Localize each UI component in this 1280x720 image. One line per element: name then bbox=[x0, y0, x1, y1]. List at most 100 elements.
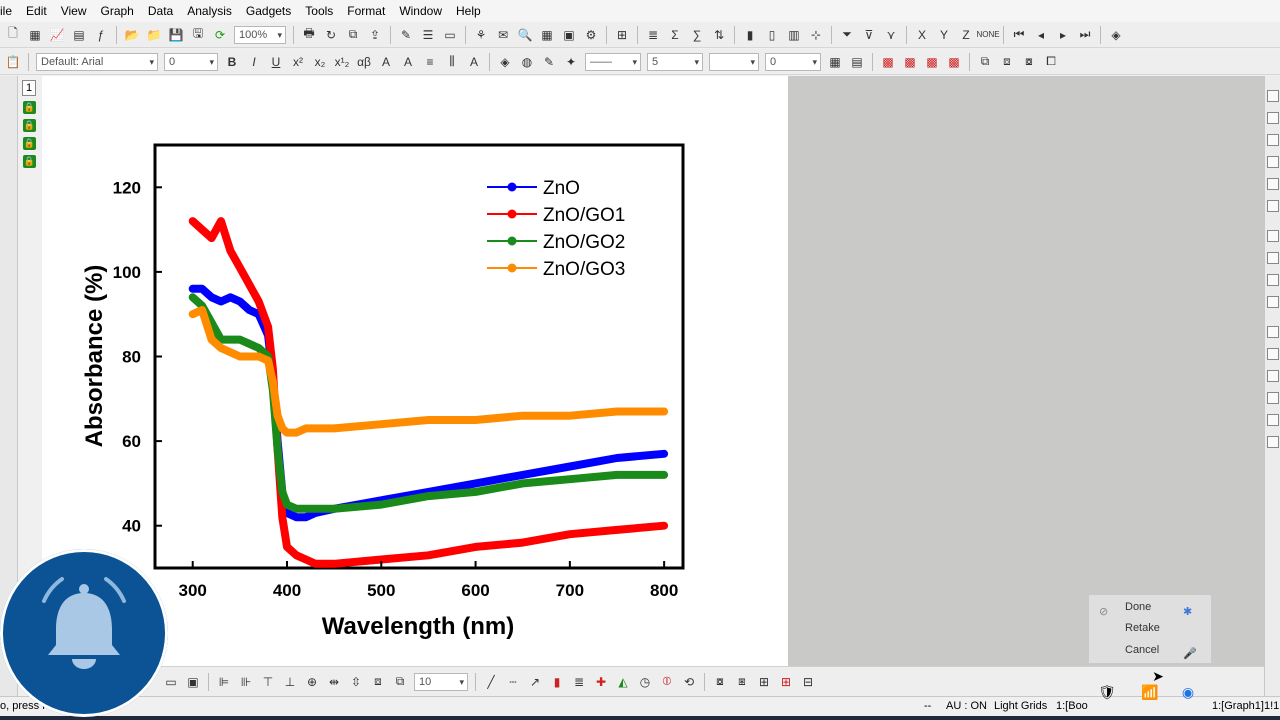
copy-format-icon[interactable]: ⧇ bbox=[711, 673, 729, 691]
layer-1-tab[interactable]: 1 bbox=[22, 80, 36, 96]
same-size-icon[interactable]: ⧈ bbox=[369, 673, 387, 691]
fill-value-select[interactable]: 0 bbox=[765, 52, 821, 71]
first-page-icon[interactable]: ⏮ bbox=[1010, 26, 1028, 44]
column-color-icon[interactable]: ▮ bbox=[548, 673, 566, 691]
chrome-icon[interactable]: ◉ bbox=[1176, 680, 1200, 704]
layer-align-icon[interactable]: ▩ bbox=[901, 53, 919, 71]
object-tool-icon[interactable] bbox=[1267, 414, 1279, 426]
column-chart-icon[interactable]: ▮ bbox=[741, 26, 759, 44]
bar-chart-icon[interactable]: ▯ bbox=[763, 26, 781, 44]
app-icon[interactable]: ◈ bbox=[1107, 26, 1125, 44]
project-explorer-icon[interactable]: ⚘ bbox=[472, 26, 490, 44]
object-tool-icon[interactable] bbox=[1267, 274, 1279, 286]
menu-data[interactable]: Data bbox=[141, 4, 180, 18]
open-template-icon[interactable]: 📁 bbox=[145, 26, 163, 44]
x-axis-icon[interactable]: X bbox=[913, 26, 931, 44]
red-grid-icon[interactable]: ⊞ bbox=[777, 673, 795, 691]
distribute-h-icon[interactable]: ⇹ bbox=[325, 673, 343, 691]
statistics-icon[interactable]: ∑ bbox=[688, 26, 706, 44]
align-left-edge-icon[interactable]: ⊫ bbox=[215, 673, 233, 691]
decrease-font-icon[interactable]: A bbox=[399, 53, 417, 71]
arrange-icon[interactable]: ⧉ bbox=[976, 53, 994, 71]
layer-stack-icon[interactable]: ▩ bbox=[923, 53, 941, 71]
refresh-icon[interactable]: ↻ bbox=[322, 26, 340, 44]
add-column-icon[interactable]: ⊞ bbox=[613, 26, 631, 44]
prev-page-icon[interactable]: ◂ bbox=[1032, 26, 1050, 44]
lock-icon[interactable]: 🔒 bbox=[23, 155, 36, 168]
paste-format-small-icon[interactable]: ⧆ bbox=[733, 673, 751, 691]
rotate-icon[interactable]: ⟲ bbox=[680, 673, 698, 691]
fill-color-icon[interactable]: ◈ bbox=[496, 53, 514, 71]
paste-format-icon[interactable]: 📋 bbox=[4, 53, 22, 71]
object-tool-icon[interactable] bbox=[1267, 112, 1279, 124]
new-matrix-icon[interactable]: ▤ bbox=[70, 26, 88, 44]
menu-tools[interactable]: Tools bbox=[298, 4, 340, 18]
object-tool-icon[interactable] bbox=[1267, 326, 1279, 338]
line-width-select[interactable]: 5 bbox=[647, 52, 703, 71]
landscape-icon[interactable]: ◭ bbox=[614, 673, 632, 691]
object-tool-icon[interactable] bbox=[1267, 200, 1279, 212]
search-icon[interactable]: 🔍 bbox=[516, 26, 534, 44]
lock-icon[interactable]: 🔒 bbox=[23, 137, 36, 150]
ungroup-icon[interactable]: ⧇ bbox=[1020, 53, 1038, 71]
notification-bell-button[interactable] bbox=[0, 549, 168, 717]
filter-clear-icon[interactable]: ⊽ bbox=[860, 26, 878, 44]
object-tool-icon[interactable] bbox=[1267, 348, 1279, 360]
layer-merge-icon[interactable]: ▩ bbox=[945, 53, 963, 71]
messages-icon[interactable]: ✉ bbox=[494, 26, 512, 44]
menu-analysis[interactable]: Analysis bbox=[180, 4, 239, 18]
font-color-icon[interactable]: A bbox=[465, 53, 483, 71]
superscript-icon[interactable]: x² bbox=[289, 53, 307, 71]
menu-help[interactable]: Help bbox=[449, 4, 488, 18]
z-axis-icon[interactable]: Z bbox=[957, 26, 975, 44]
bold-icon[interactable]: B bbox=[223, 53, 241, 71]
line-color-icon[interactable]: ✎ bbox=[540, 53, 558, 71]
filter-options-icon[interactable]: ⋎ bbox=[882, 26, 900, 44]
group-icon[interactable]: ⧈ bbox=[998, 53, 1016, 71]
sup-sub-icon[interactable]: x¹₂ bbox=[333, 53, 351, 71]
line-tool-icon[interactable]: ╱ bbox=[482, 673, 500, 691]
next-page-icon[interactable]: ▸ bbox=[1054, 26, 1072, 44]
object-tool-icon[interactable] bbox=[1267, 90, 1279, 102]
y-axis-icon[interactable]: Y bbox=[935, 26, 953, 44]
none-axis-icon[interactable]: NONE bbox=[976, 26, 999, 44]
cancel-option[interactable]: Cancel bbox=[1125, 644, 1159, 656]
arrow-tool-icon[interactable]: ↗ bbox=[526, 673, 544, 691]
recalculate-icon[interactable]: ⟳ bbox=[211, 26, 229, 44]
menu-view[interactable]: View bbox=[54, 4, 94, 18]
object-tool-icon[interactable] bbox=[1267, 436, 1279, 448]
align-left-icon[interactable]: ≡ bbox=[421, 53, 439, 71]
grid-icon[interactable]: ▦ bbox=[826, 53, 844, 71]
settings-icon[interactable]: ⚙ bbox=[582, 26, 600, 44]
marker-icon[interactable]: ✚ bbox=[592, 673, 610, 691]
new-graph-icon[interactable]: 📈 bbox=[48, 26, 66, 44]
menu-format[interactable]: Format bbox=[340, 4, 392, 18]
command-window-icon[interactable]: ▭ bbox=[441, 26, 459, 44]
fill-pattern-select[interactable] bbox=[709, 52, 759, 71]
object-tool-icon[interactable] bbox=[1267, 370, 1279, 382]
symbol-icon[interactable]: ✦ bbox=[562, 53, 580, 71]
new-function-icon[interactable]: ƒ bbox=[92, 26, 110, 44]
font-name-select[interactable]: Default: Arial bbox=[36, 52, 158, 71]
menu-edit[interactable]: Edit bbox=[19, 4, 54, 18]
defender-icon[interactable]: 🛡 bbox=[1095, 680, 1119, 704]
clock-icon[interactable]: ◷ bbox=[636, 673, 654, 691]
chart-icon[interactable]: ▣ bbox=[560, 26, 578, 44]
font-size-select[interactable]: 0 bbox=[164, 52, 218, 71]
menu-file[interactable]: ile bbox=[0, 4, 19, 18]
group-objects-icon[interactable]: ⧉ bbox=[391, 673, 409, 691]
object-tool-icon[interactable] bbox=[1267, 156, 1279, 168]
filter-icon[interactable]: ⏷ bbox=[838, 26, 856, 44]
increase-font-icon[interactable]: A bbox=[377, 53, 395, 71]
duplicate-icon[interactable]: ⧉ bbox=[344, 26, 362, 44]
open-folder-icon[interactable]: 📂 bbox=[123, 26, 141, 44]
greek-icon[interactable]: αβ bbox=[355, 53, 373, 71]
lock-icon[interactable]: 🔒 bbox=[23, 101, 36, 114]
layout-lines-icon[interactable]: ≣ bbox=[570, 673, 588, 691]
network-icon[interactable]: 📶 bbox=[1138, 680, 1162, 704]
zoom-select[interactable]: 100% bbox=[234, 25, 286, 44]
frame-icon[interactable]: ▣ bbox=[184, 673, 202, 691]
object-tool-icon[interactable] bbox=[1267, 252, 1279, 264]
align-right-edge-icon[interactable]: ⊪ bbox=[237, 673, 255, 691]
distribute-v-icon[interactable]: ⇳ bbox=[347, 673, 365, 691]
